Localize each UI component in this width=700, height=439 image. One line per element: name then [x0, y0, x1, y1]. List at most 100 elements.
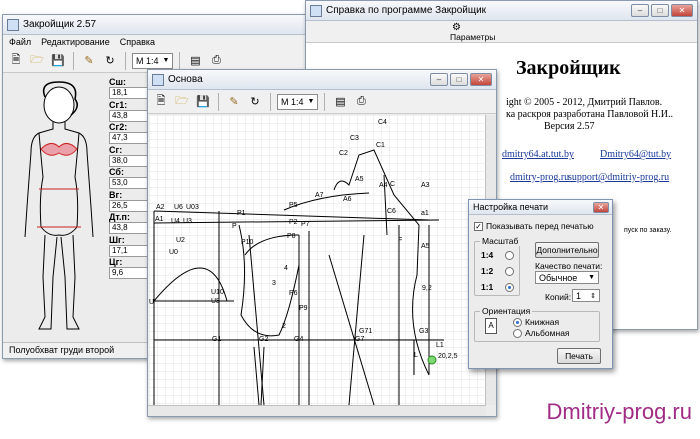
refresh-icon[interactable]: ↻: [246, 93, 264, 111]
osnova-titlebar[interactable]: Основа – □ ✕: [148, 70, 496, 90]
point-label: P1: [237, 210, 246, 217]
scale-radio[interactable]: [505, 267, 514, 276]
dialog-titlebar[interactable]: Настройка печати ✕: [469, 200, 612, 215]
measurement-label: Сш:: [109, 77, 126, 87]
quality-value: Обычное: [539, 272, 578, 283]
spinner-icon[interactable]: ⇕: [590, 292, 596, 300]
scale-select[interactable]: М 1:4 ▼: [277, 93, 319, 110]
measurement-label: Вг:: [109, 189, 123, 200]
menu-help[interactable]: Справка: [120, 37, 155, 47]
point-label: A5: [355, 176, 364, 183]
point-label: F: [398, 237, 402, 244]
new-file-icon[interactable]: 🗎: [7, 52, 25, 70]
point-label: U4: [171, 218, 180, 225]
point-label: P9: [299, 305, 308, 312]
point-label: U: [149, 299, 154, 306]
printer-icon[interactable]: ⎙: [207, 52, 225, 70]
measurement-input[interactable]: 43,8: [109, 109, 149, 122]
measurement-row: Дт.п: 43,8: [105, 212, 153, 235]
selected-point-marker[interactable]: [427, 355, 437, 365]
orientation-option-label: Альбомная: [525, 328, 570, 338]
orientation-radio[interactable]: [513, 329, 522, 338]
link-email[interactable]: Dmitry64@tut.by: [600, 149, 671, 160]
measurement-row: Сг: 38,0: [105, 145, 153, 168]
osnova-window: Основа – □ ✕ 🗎 🗁 💾 ✎ ↻ М 1:4 ▼ ▤ ⎙ A2 U6…: [147, 69, 497, 417]
measurement-input[interactable]: 26,5: [109, 199, 149, 212]
link-site[interactable]: dmitry64.at.tut.by: [502, 149, 574, 160]
copyright-text: ight © 2005 - 2012, Дмитрий Павлов.: [506, 97, 663, 108]
maximize-button[interactable]: □: [651, 4, 669, 17]
help-heading: Закройщик: [516, 57, 621, 79]
menu-file[interactable]: Файл: [9, 37, 31, 47]
measurement-input[interactable]: 18,1: [109, 87, 149, 99]
params-button[interactable]: Параметры: [450, 32, 495, 42]
point-label: P6: [289, 290, 298, 297]
point-label: U3: [183, 218, 192, 225]
brush-icon[interactable]: ✎: [225, 93, 243, 111]
preview-checkbox[interactable]: ✓: [474, 222, 483, 231]
help-toolbar: ⚙ Параметры: [306, 21, 697, 43]
measurement-input[interactable]: 47,3: [109, 132, 149, 144]
point-label: P8: [287, 233, 296, 240]
toolbar-separator: [125, 51, 126, 70]
copies-input[interactable]: 1 ⇕: [572, 289, 600, 302]
minimize-button[interactable]: –: [631, 4, 649, 17]
horizontal-scrollbar[interactable]: [148, 405, 486, 416]
chevron-down-icon: ▼: [588, 274, 595, 281]
orientation-option-label: Книжная: [525, 317, 560, 327]
point-label: G4: [294, 336, 303, 343]
quality-select[interactable]: Обычное ▼: [535, 271, 599, 284]
close-button[interactable]: ✕: [470, 73, 492, 86]
app-icon: [7, 18, 19, 31]
new-file-icon[interactable]: 🗎: [152, 93, 170, 111]
open-folder-icon[interactable]: 🗁: [173, 93, 191, 111]
scale-radio[interactable]: [505, 251, 514, 260]
ruler-icon[interactable]: ▤: [186, 52, 204, 70]
close-button[interactable]: ✕: [671, 4, 693, 17]
scale-radio-selected[interactable]: [505, 283, 514, 292]
printer-icon[interactable]: ⎙: [352, 93, 370, 111]
point-label: C3: [350, 135, 359, 142]
menu-edit[interactable]: Редактирование: [41, 37, 110, 47]
measurement-input[interactable]: 43,8: [109, 222, 149, 234]
point-label: G7: [355, 336, 364, 343]
link-support-email[interactable]: support@dmitriy-prog.ru: [568, 172, 669, 183]
document-icon: [152, 73, 164, 86]
ruler-icon[interactable]: ▤: [331, 93, 349, 111]
measurement-input[interactable]: 9,6: [109, 267, 149, 279]
open-folder-icon[interactable]: 🗁: [28, 52, 46, 70]
orientation-group: Ориентация A Книжная Альбомная: [474, 306, 600, 342]
save-icon[interactable]: 💾: [49, 52, 67, 70]
pattern-canvas[interactable]: A2 U6 U03 A1 U4 U3 U2 U0 U P1 P P10 P5 P…: [149, 115, 486, 405]
brush-icon[interactable]: ✎: [80, 52, 98, 70]
save-icon[interactable]: 💾: [194, 93, 212, 111]
measurement-label: Шг:: [109, 234, 125, 245]
measurement-input[interactable]: 53,0: [109, 177, 149, 189]
help-title: Справка по программе Закройщик: [326, 5, 487, 16]
link-prog-site[interactable]: dmitry-prog.ru: [510, 172, 569, 183]
minimize-button[interactable]: –: [430, 73, 448, 86]
orientation-radio-selected[interactable]: [513, 318, 522, 327]
toolbar-separator: [324, 92, 326, 111]
help-titlebar[interactable]: Справка по программе Закройщик – □ ✕: [306, 1, 697, 21]
maximize-button[interactable]: □: [450, 73, 468, 86]
point-label: C: [390, 181, 395, 188]
print-button[interactable]: Печать: [557, 348, 601, 364]
advanced-button[interactable]: Дополнительно: [535, 242, 599, 258]
page-portrait-icon: A: [485, 318, 497, 334]
measurement-row: Сг1: 43,8: [105, 100, 153, 123]
measurement-input[interactable]: 17,1: [109, 244, 149, 257]
point-label: P2: [289, 219, 298, 226]
scale-option-label: 1:1: [481, 282, 494, 292]
point-label: L1: [436, 342, 444, 349]
note-text: пуск по заказу.: [624, 227, 672, 234]
toolbar-separator: [73, 51, 74, 70]
point-label: P10: [241, 239, 254, 246]
measurement-input[interactable]: 38,0: [109, 154, 149, 167]
refresh-icon[interactable]: ↻: [101, 52, 119, 70]
point-label: A2: [156, 204, 165, 211]
osnova-toolbar: 🗎 🗁 💾 ✎ ↻ М 1:4 ▼ ▤ ⎙: [148, 90, 496, 114]
close-button[interactable]: ✕: [593, 201, 609, 213]
measurement-label: Сб:: [109, 167, 124, 177]
scale-select[interactable]: М 1:4 ▼: [132, 52, 174, 69]
